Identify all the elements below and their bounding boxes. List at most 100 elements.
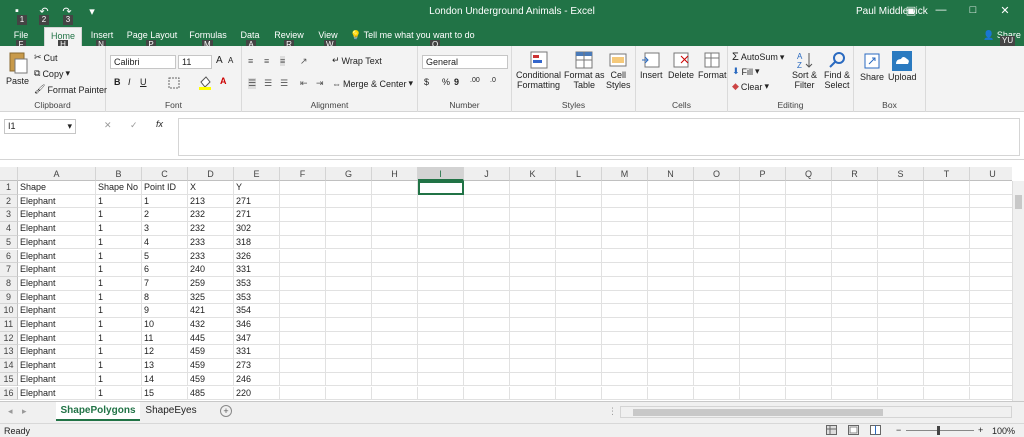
cell-b11[interactable]: 1: [96, 318, 142, 332]
cell-j13[interactable]: [464, 345, 510, 360]
cell-t12[interactable]: [924, 331, 970, 346]
cell-i11[interactable]: [418, 318, 464, 332]
cell-g1[interactable]: [326, 181, 372, 195]
formula-input[interactable]: [178, 118, 1020, 156]
cell-j11[interactable]: [464, 318, 510, 332]
insert-cells-button[interactable]: Insert: [640, 50, 663, 80]
cell-s2[interactable]: [878, 194, 924, 209]
cell-p11[interactable]: [740, 318, 786, 332]
cell-i2[interactable]: [418, 194, 464, 209]
column-header-a[interactable]: A: [18, 167, 96, 181]
cell-o13[interactable]: [694, 345, 740, 360]
cell-n8[interactable]: [648, 276, 694, 291]
cell-j2[interactable]: [464, 194, 510, 209]
cell-p6[interactable]: [740, 249, 786, 264]
cell-c4[interactable]: 3: [142, 222, 188, 236]
cell-s11[interactable]: [878, 318, 924, 332]
cell-g11[interactable]: [326, 318, 372, 332]
clear-button[interactable]: ◆ Clear ▾: [732, 81, 769, 92]
cell-b8[interactable]: 1: [96, 276, 142, 291]
row-header-10[interactable]: 10: [0, 304, 18, 318]
cell-l6[interactable]: [556, 249, 602, 264]
column-header-r[interactable]: R: [832, 167, 878, 181]
cell-t2[interactable]: [924, 194, 970, 209]
merge-center-button[interactable]: ⇔ Merge & Center ▾: [332, 78, 413, 89]
row-header-16[interactable]: 16: [0, 386, 18, 401]
cell-i15[interactable]: [418, 372, 464, 387]
cut-button[interactable]: ✂ Cut: [34, 52, 58, 63]
cell-k8[interactable]: [510, 276, 556, 291]
cell-g8[interactable]: [326, 276, 372, 291]
italic-button[interactable]: I: [128, 77, 131, 87]
cell-q4[interactable]: [786, 222, 832, 236]
cell-q12[interactable]: [786, 331, 832, 346]
cell-b2[interactable]: 1: [96, 194, 142, 209]
cell-i9[interactable]: [418, 290, 464, 305]
cell-t14[interactable]: [924, 359, 970, 373]
enter-formula-button[interactable]: ✓: [130, 120, 138, 131]
cell-k5[interactable]: [510, 235, 556, 250]
cell-l12[interactable]: [556, 331, 602, 346]
cell-p14[interactable]: [740, 359, 786, 373]
cell-k6[interactable]: [510, 249, 556, 264]
cell-p1[interactable]: [740, 181, 786, 195]
cell-g12[interactable]: [326, 331, 372, 346]
cell-k11[interactable]: [510, 318, 556, 332]
cell-r2[interactable]: [832, 194, 878, 209]
cell-q15[interactable]: [786, 372, 832, 387]
cell-n13[interactable]: [648, 345, 694, 360]
cell-o5[interactable]: [694, 235, 740, 250]
row-header-8[interactable]: 8: [0, 276, 18, 291]
cell-b15[interactable]: 1: [96, 372, 142, 387]
cell-n16[interactable]: [648, 386, 694, 401]
cell-g2[interactable]: [326, 194, 372, 209]
cell-p15[interactable]: [740, 372, 786, 387]
cell-p8[interactable]: [740, 276, 786, 291]
row-header-3[interactable]: 3: [0, 208, 18, 223]
cell-t7[interactable]: [924, 263, 970, 277]
cell-i4[interactable]: [418, 222, 464, 236]
column-header-u[interactable]: U: [970, 167, 1012, 181]
cell-h5[interactable]: [372, 235, 418, 250]
spreadsheet-grid[interactable]: A B C D E F G H I J K L M N O P Q R S T U 1 Shape Shape No Point…: [0, 167, 1012, 401]
cell-s10[interactable]: [878, 304, 924, 318]
cell-l1[interactable]: [556, 181, 602, 195]
cell-t13[interactable]: [924, 345, 970, 360]
cell-l9[interactable]: [556, 290, 602, 305]
cell-u8[interactable]: [970, 277, 1012, 291]
cell-c8[interactable]: 7: [142, 276, 188, 291]
cell-j4[interactable]: [464, 222, 510, 236]
column-header-q[interactable]: Q: [786, 167, 832, 181]
cell-f6[interactable]: [280, 249, 326, 264]
cell-q9[interactable]: [786, 290, 832, 305]
cell-f12[interactable]: [280, 331, 326, 346]
cell-g9[interactable]: [326, 290, 372, 305]
find-select-button[interactable]: Find & Select: [824, 50, 850, 90]
cell-r5[interactable]: [832, 235, 878, 250]
cell-o2[interactable]: [694, 194, 740, 209]
paste-button[interactable]: Paste: [6, 50, 29, 86]
cell-a4[interactable]: Elephant: [18, 222, 96, 236]
cell-j15[interactable]: [464, 372, 510, 387]
cell-r6[interactable]: [832, 249, 878, 264]
cell-o7[interactable]: [694, 263, 740, 277]
zoom-slider[interactable]: [906, 426, 974, 435]
shrink-font-button[interactable]: A: [228, 56, 233, 65]
name-box[interactable]: I1 ▾: [4, 119, 76, 134]
cell-d6[interactable]: 233: [188, 249, 234, 264]
page-layout-view-button[interactable]: [848, 425, 859, 435]
cell-g15[interactable]: [326, 372, 372, 387]
cell-l3[interactable]: [556, 208, 602, 223]
cell-j7[interactable]: [464, 263, 510, 277]
cell-d1[interactable]: X: [188, 181, 234, 195]
cell-b6[interactable]: 1: [96, 249, 142, 264]
cell-j3[interactable]: [464, 208, 510, 223]
cell-c14[interactable]: 13: [142, 359, 188, 373]
active-cell-i1[interactable]: [418, 181, 464, 195]
cell-l10[interactable]: [556, 304, 602, 318]
sheet-tab-shapeeyes[interactable]: ShapeEyes: [142, 402, 200, 421]
cell-l16[interactable]: [556, 386, 602, 401]
cell-p5[interactable]: [740, 235, 786, 250]
cell-e4[interactable]: 302: [234, 222, 280, 236]
bottom-align-button[interactable]: ≡: [280, 56, 286, 66]
